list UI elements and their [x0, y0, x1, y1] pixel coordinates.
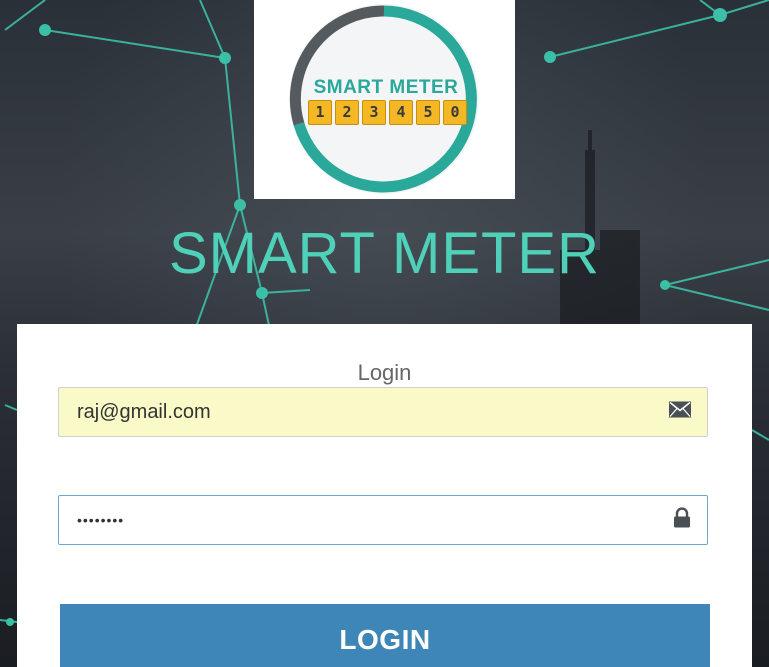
logo-digit-display: 1 2 3 4 5 0	[308, 100, 467, 125]
login-button[interactable]: LOGIN	[60, 604, 710, 667]
email-input[interactable]	[59, 399, 669, 425]
logo-digit: 1	[308, 100, 332, 125]
logo-digit: 2	[335, 100, 359, 125]
logo-digit: 3	[362, 100, 386, 125]
password-field[interactable]	[58, 495, 708, 545]
password-input[interactable]	[59, 511, 669, 529]
login-card: Login LOGIN	[17, 324, 752, 667]
lock-icon	[673, 507, 691, 533]
logo-digit: 5	[416, 100, 440, 125]
logo-digit: 0	[443, 100, 467, 125]
login-card-title: Login	[357, 360, 412, 385]
smart-meter-logo: SMART METER 1 2 3 4 5 0	[254, 0, 515, 199]
email-field[interactable]	[58, 387, 708, 437]
envelope-icon	[669, 401, 691, 423]
app-title: SMART METER	[168, 221, 601, 286]
logo-brand-text: SMART METER	[313, 77, 459, 98]
logo-digit: 4	[389, 100, 413, 125]
